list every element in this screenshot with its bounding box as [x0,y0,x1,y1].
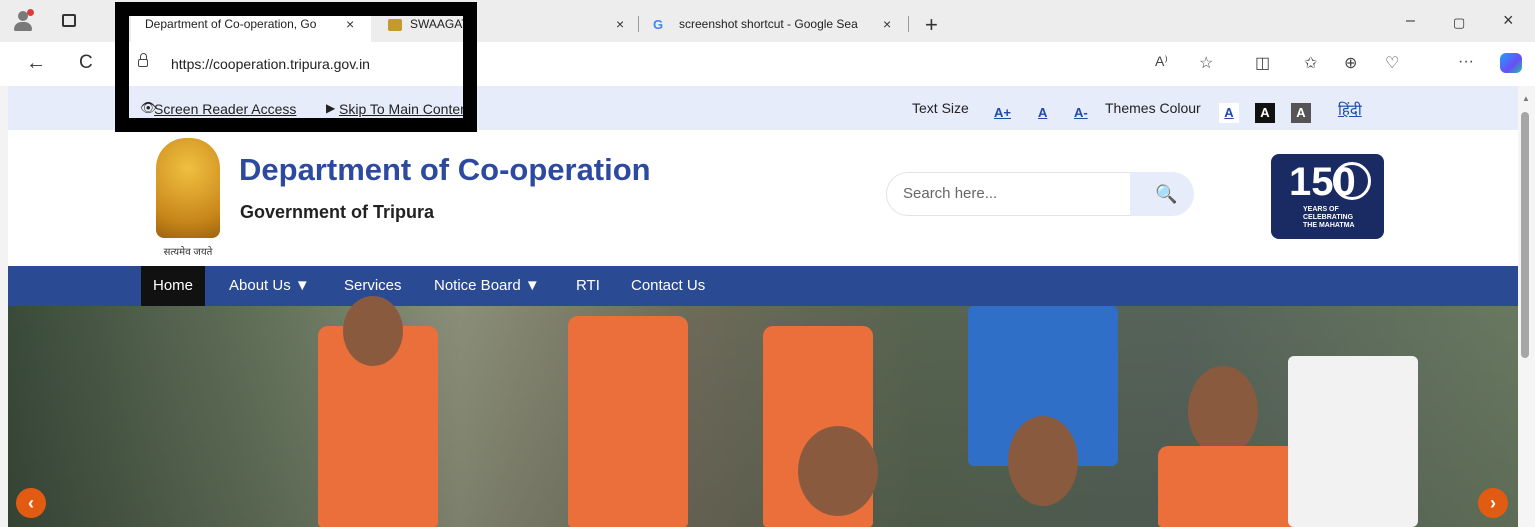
slider-photo-person [1288,356,1418,527]
theme-dark-button[interactable]: A [1255,103,1275,123]
tab-actions-icon[interactable] [62,14,76,27]
more-menu-icon[interactable]: ··· [1458,53,1474,71]
hero-slider-image [8,296,1518,527]
menu-about-us[interactable]: About Us ▼ [229,266,310,306]
search-button[interactable]: 🔍 [1130,172,1194,216]
profile-icon[interactable] [12,9,34,33]
themes-colour-label: Themes Colour [1105,100,1201,116]
text-size-label: Text Size [912,100,969,116]
favorites-icon[interactable]: ✩ [1304,53,1317,73]
collections-icon[interactable]: ⊕ [1344,53,1357,73]
site-title[interactable]: Department of Co-operation [239,152,651,188]
menu-notice-board[interactable]: Notice Board ▼ [434,266,540,306]
logo-caption: YEARS OF CELEBRATING THE MAHATMA [1303,206,1355,229]
slider-photo-person [568,316,688,527]
web-page: 👁 Screen Reader Access ▶ Skip To Main Co… [8,86,1518,527]
reload-button[interactable]: C [79,52,93,74]
copilot-icon[interactable] [1500,53,1522,73]
tab-close-icon[interactable]: × [883,16,891,32]
main-navigation: Home About Us ▼ Services Notice Board ▼ … [8,266,1518,306]
site-subtitle: Government of Tripura [240,202,435,222]
slider-next-button[interactable]: › [1478,488,1508,518]
page-scrollbar[interactable]: ▲ [1518,86,1535,527]
menu-rti[interactable]: RTI [576,266,600,306]
favorite-star-icon[interactable]: ☆ [1199,53,1213,73]
minimize-button[interactable]: – [1406,12,1415,30]
back-button[interactable]: ← [26,52,46,75]
tab-google-search[interactable]: screenshot shortcut - Google Sea × [645,6,905,42]
emblem-motto: सत्यमेव जयते [163,247,213,258]
theme-grey-button[interactable]: A [1291,103,1311,123]
slider-photo-person [798,426,878,516]
search-input[interactable]: Search here... [886,172,1132,216]
text-size-increase-button[interactable]: A+ [994,105,1011,120]
slider-photo-person [343,296,403,366]
state-emblem: सत्यमेव जयते [144,138,232,260]
tab-separator [908,16,909,32]
slider-prev-button[interactable]: ‹ [16,488,46,518]
close-window-button[interactable]: × [1503,10,1514,31]
split-screen-icon[interactable]: ◫ [1255,53,1270,73]
slider-photo-person [1188,366,1258,456]
slider-photo-person [1008,416,1078,506]
restore-button[interactable]: ▢ [1453,15,1465,31]
menu-contact-us[interactable]: Contact Us [631,266,705,306]
ashoka-emblem-icon [156,138,220,238]
charkha-wheel-icon [1333,162,1371,200]
highlight-box [115,2,477,132]
browser-essentials-icon[interactable]: ♡ [1385,53,1399,73]
tab-separator [638,16,639,32]
gandhi-150-logo[interactable]: 150 YEARS OF CELEBRATING THE MAHATMA [1271,154,1384,239]
theme-light-button[interactable]: A [1219,103,1239,123]
new-tab-button[interactable]: + [925,12,938,38]
slider-photo-person [1158,446,1298,527]
menu-home[interactable]: Home [141,266,206,306]
tab-title: screenshot shortcut - Google Sea [679,17,858,31]
text-size-normal-button[interactable]: A [1038,105,1047,120]
read-aloud-icon[interactable]: A⁾ [1155,53,1168,70]
scroll-up-icon[interactable]: ▲ [1522,94,1530,103]
hindi-language-link[interactable]: हिंदी [1338,100,1362,120]
search-icon: 🔍 [1155,184,1178,204]
scrollbar-thumb[interactable] [1521,112,1529,358]
text-size-decrease-button[interactable]: A- [1074,105,1088,120]
tab-close-icon[interactable]: × [616,16,624,32]
